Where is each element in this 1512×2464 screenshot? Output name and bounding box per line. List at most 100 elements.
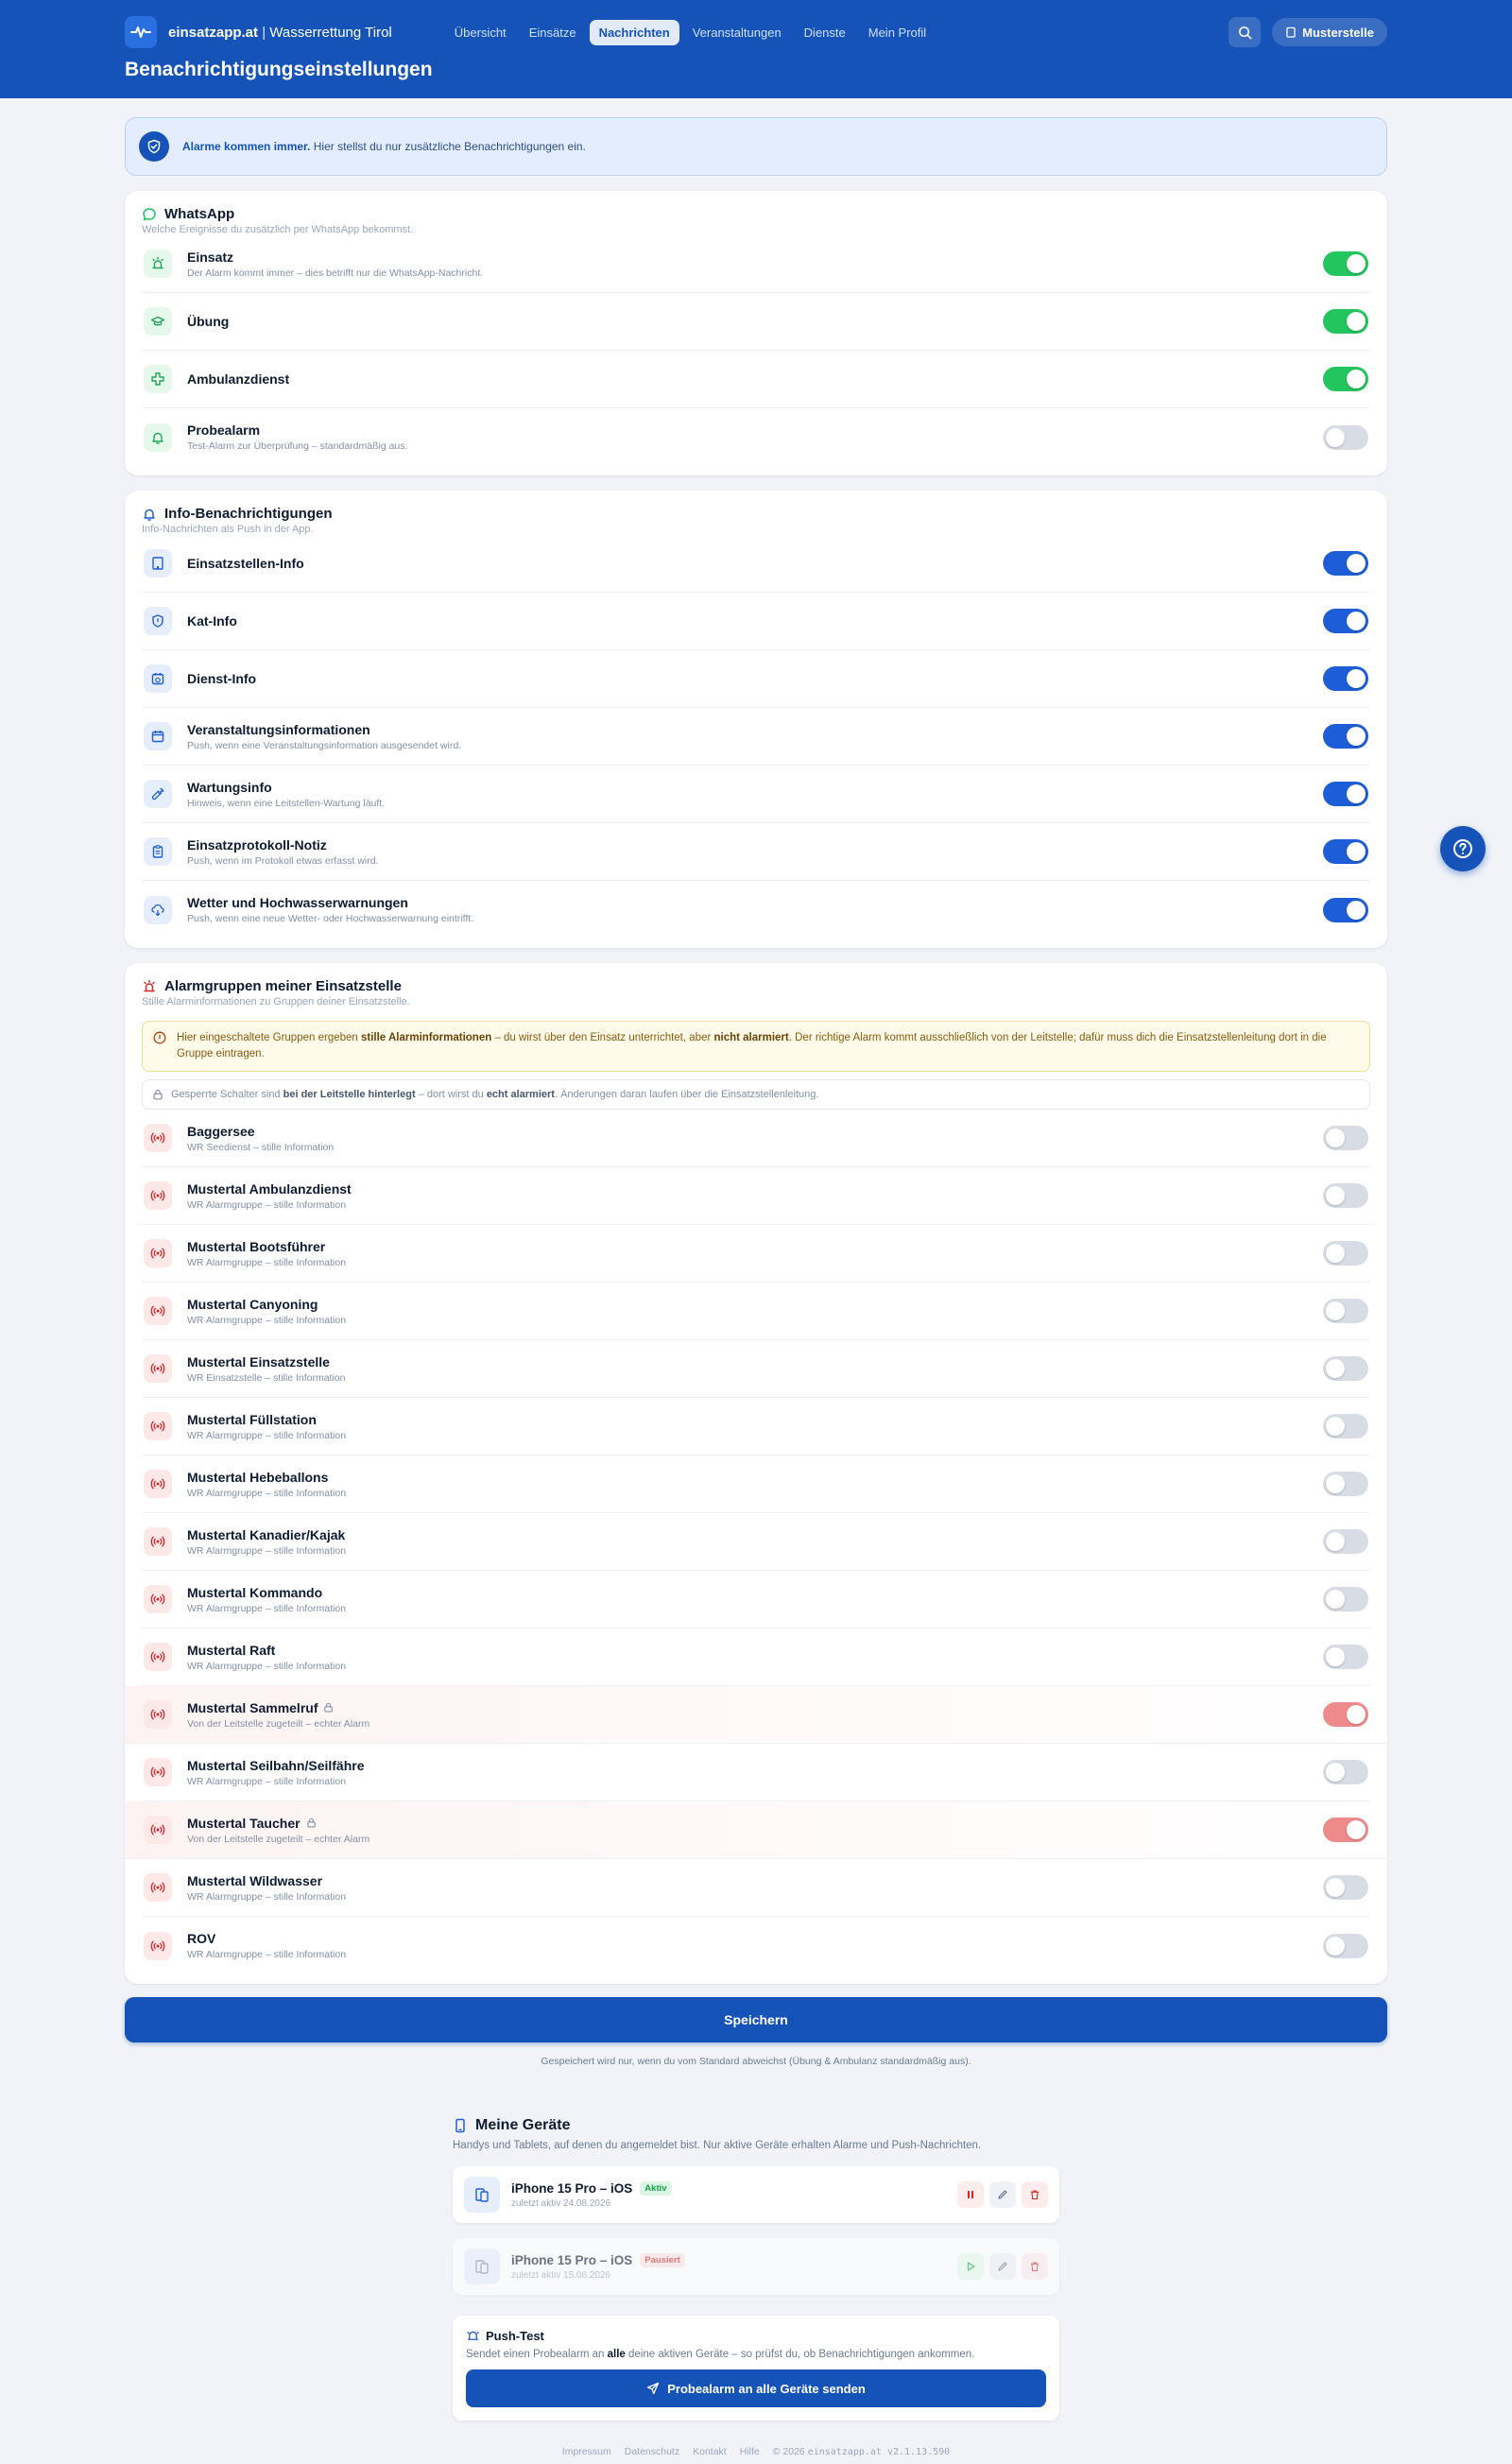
device-name: iPhone 15 Pro – iOS xyxy=(511,2252,633,2267)
group-toggle[interactable] xyxy=(1323,1875,1368,1900)
row-text: Einsatz Der Alarm kommt immer – dies bet… xyxy=(187,250,1323,279)
pulse-logo-icon[interactable] xyxy=(125,16,157,48)
info-row-einsatzstellen-info: Einsatzstellen-Info xyxy=(142,535,1370,593)
toggle-kat-info[interactable] xyxy=(1323,609,1368,633)
group-toggle[interactable] xyxy=(1323,1356,1368,1381)
group-row: Mustertal Canyoning WR Alarmgruppe – stil… xyxy=(142,1283,1370,1340)
rename-device-button[interactable] xyxy=(989,2253,1016,2280)
device-last-seen: zuletzt aktiv 24.08.2026 xyxy=(511,2197,611,2209)
group-description: WR Alarmgruppe – stille Information xyxy=(187,1314,347,1326)
whatsapp-row-einsatz: Einsatz Der Alarm kommt immer – dies bet… xyxy=(142,235,1370,293)
broadcast-icon xyxy=(144,1412,172,1440)
group-name: Mustertal Kommando xyxy=(187,1584,323,1600)
broadcast-icon xyxy=(144,1297,172,1325)
group-toggle[interactable] xyxy=(1323,1529,1368,1554)
toggle-einsatzstellen-info[interactable] xyxy=(1323,551,1368,576)
send-test-alarm-button[interactable]: Probealarm an alle Geräte senden xyxy=(466,2369,1046,2407)
row-text: Einsatzprotokoll-Notiz Push, wenn im Pro… xyxy=(187,837,1323,867)
row-text: Mustertal Bootsführer WR Alarmgruppe – st… xyxy=(187,1239,1323,1268)
toggle-whatsapp-ambulanzdienst[interactable] xyxy=(1323,367,1368,391)
info-banner: Alarme kommen immer. Hier stellst du nur… xyxy=(125,117,1387,176)
whatsapp-subtitle: Welche Ereignisse du zusätzlich per What… xyxy=(142,224,414,235)
groups-list: Baggersee WR Seedienst – stille Informati… xyxy=(125,1110,1387,1974)
group-toggle[interactable] xyxy=(1323,1183,1368,1208)
group-row: Mustertal Ambulanzdienst WR Alarmgruppe –… xyxy=(142,1167,1370,1225)
main-nav: einsatzapp.at | Wasserrettung Tirol Über… xyxy=(125,15,1387,49)
group-toggle[interactable] xyxy=(1323,1645,1368,1669)
note-bold-2: echt alarmiert xyxy=(486,1089,555,1100)
toggle-wetterwarnungen[interactable] xyxy=(1323,897,1368,922)
footer-link-hilfe[interactable]: Hilfe xyxy=(740,2446,760,2457)
search-button[interactable] xyxy=(1228,17,1262,47)
group-toggle[interactable] xyxy=(1323,1587,1368,1611)
siren-icon xyxy=(144,250,172,278)
group-description: WR Alarmgruppe – stille Information xyxy=(187,1487,347,1499)
toggle-dienst-info[interactable] xyxy=(1323,666,1368,691)
broadcast-icon xyxy=(144,1758,172,1786)
row-label-wrap: Mustertal Taucher xyxy=(187,1816,1323,1831)
delete-device-button[interactable] xyxy=(1022,2253,1048,2280)
group-toggle[interactable] xyxy=(1323,1299,1368,1323)
nav-veranstaltungen[interactable]: Veranstaltungen xyxy=(683,20,791,45)
warning-text-1: Hier eingeschaltete Gruppen ergeben xyxy=(177,1032,361,1043)
help-button[interactable] xyxy=(1440,826,1486,871)
row-text: Mustertal Sammelruf Von der Leitstelle zu… xyxy=(187,1700,1323,1730)
group-description: Von der Leitstelle zugeteilt – echter Al… xyxy=(187,1717,370,1730)
clipboard-icon xyxy=(144,837,172,866)
rename-device-button[interactable] xyxy=(989,2181,1016,2208)
nav-mein-profil[interactable]: Mein Profil xyxy=(859,20,936,45)
row-label-wrap: ROV xyxy=(187,1931,1323,1946)
delete-device-button[interactable] xyxy=(1022,2181,1048,2208)
group-toggle[interactable] xyxy=(1323,1472,1368,1496)
send-test-alarm-label: Probealarm an alle Geräte senden xyxy=(667,2381,866,2396)
row-label: Veranstaltungsinformationen xyxy=(187,721,370,737)
nav-uebersicht[interactable]: Übersicht xyxy=(445,20,516,45)
toggle-whatsapp-einsatz[interactable] xyxy=(1323,251,1368,276)
pause-device-button[interactable] xyxy=(957,2181,984,2208)
row-text: Mustertal Hebeballons WR Alarmgruppe – st… xyxy=(187,1470,1323,1499)
toggle-whatsapp-probealarm[interactable] xyxy=(1323,424,1368,450)
group-row: Mustertal Seilbahn/Seilfähre WR Alarmgrup… xyxy=(142,1744,1370,1801)
broadcast-icon xyxy=(144,1873,172,1902)
whatsapp-card: WhatsApp Welche Ereignisse du zusätzlich… xyxy=(125,191,1387,475)
footer-link-datenschutz[interactable]: Datenschutz xyxy=(625,2446,679,2457)
group-toggle[interactable] xyxy=(1323,1760,1368,1784)
row-label-wrap: Mustertal Kommando xyxy=(187,1585,1323,1600)
group-toggle[interactable] xyxy=(1323,1241,1368,1266)
row-text: ROV WR Alarmgruppe – stille Information xyxy=(187,1931,1323,1960)
station-selector[interactable]: Musterstelle xyxy=(1272,18,1387,46)
nav-dienste[interactable]: Dienste xyxy=(795,20,855,45)
whatsapp-header: WhatsApp xyxy=(142,206,1370,222)
group-row: Mustertal Wildwasser WR Alarmgruppe – sti… xyxy=(142,1859,1370,1917)
toggle-wartungsinfo[interactable] xyxy=(1323,782,1368,806)
brand-title[interactable]: einsatzapp.at | Wasserrettung Tirol xyxy=(168,25,392,41)
group-toggle[interactable] xyxy=(1323,1414,1368,1439)
info-header: Info-Benachrichtigungen xyxy=(142,506,1370,522)
copyright-year: © 2026 xyxy=(772,2446,805,2457)
group-row: Mustertal Hebeballons WR Alarmgruppe – st… xyxy=(142,1456,1370,1513)
footer: Impressum Datenschutz Kontakt Hilfe © 20… xyxy=(0,2446,1512,2457)
bell-icon xyxy=(144,508,155,521)
push-test-header: Push-Test xyxy=(466,2329,1046,2343)
group-toggle[interactable] xyxy=(1323,1126,1368,1150)
nav-einsaetze[interactable]: Einsätze xyxy=(520,20,586,45)
group-toggle[interactable] xyxy=(1323,1933,1368,1958)
footer-link-kontakt[interactable]: Kontakt xyxy=(693,2446,727,2457)
groups-header: Alarmgruppen meiner Einsatzstelle xyxy=(142,978,1370,994)
toggle-einsatzprotokoll-notiz[interactable] xyxy=(1323,839,1368,864)
toggle-whatsapp-uebung[interactable] xyxy=(1323,309,1368,334)
group-row: Mustertal Bootsführer WR Alarmgruppe – st… xyxy=(142,1225,1370,1283)
footer-link-impressum[interactable]: Impressum xyxy=(562,2446,611,2457)
row-label: Dienst-Info xyxy=(187,671,257,686)
resume-device-button[interactable] xyxy=(957,2253,984,2280)
info-list: Einsatzstellen-Info Kat-Info Dienst-Info xyxy=(142,535,1370,939)
nav-nachrichten[interactable]: Nachrichten xyxy=(589,19,679,45)
tablet-phone-icon xyxy=(464,2177,500,2213)
group-description: WR Alarmgruppe – stille Information xyxy=(187,1660,347,1672)
push-text-1: Sendet einen Probealarm an xyxy=(466,2349,608,2360)
lock-icon xyxy=(306,1818,317,1828)
save-button[interactable]: Speichern xyxy=(125,1997,1387,2042)
toggle-veranstaltungsinformationen[interactable] xyxy=(1323,724,1368,749)
calendar-clock-icon xyxy=(144,664,172,693)
search-icon xyxy=(1238,26,1252,39)
